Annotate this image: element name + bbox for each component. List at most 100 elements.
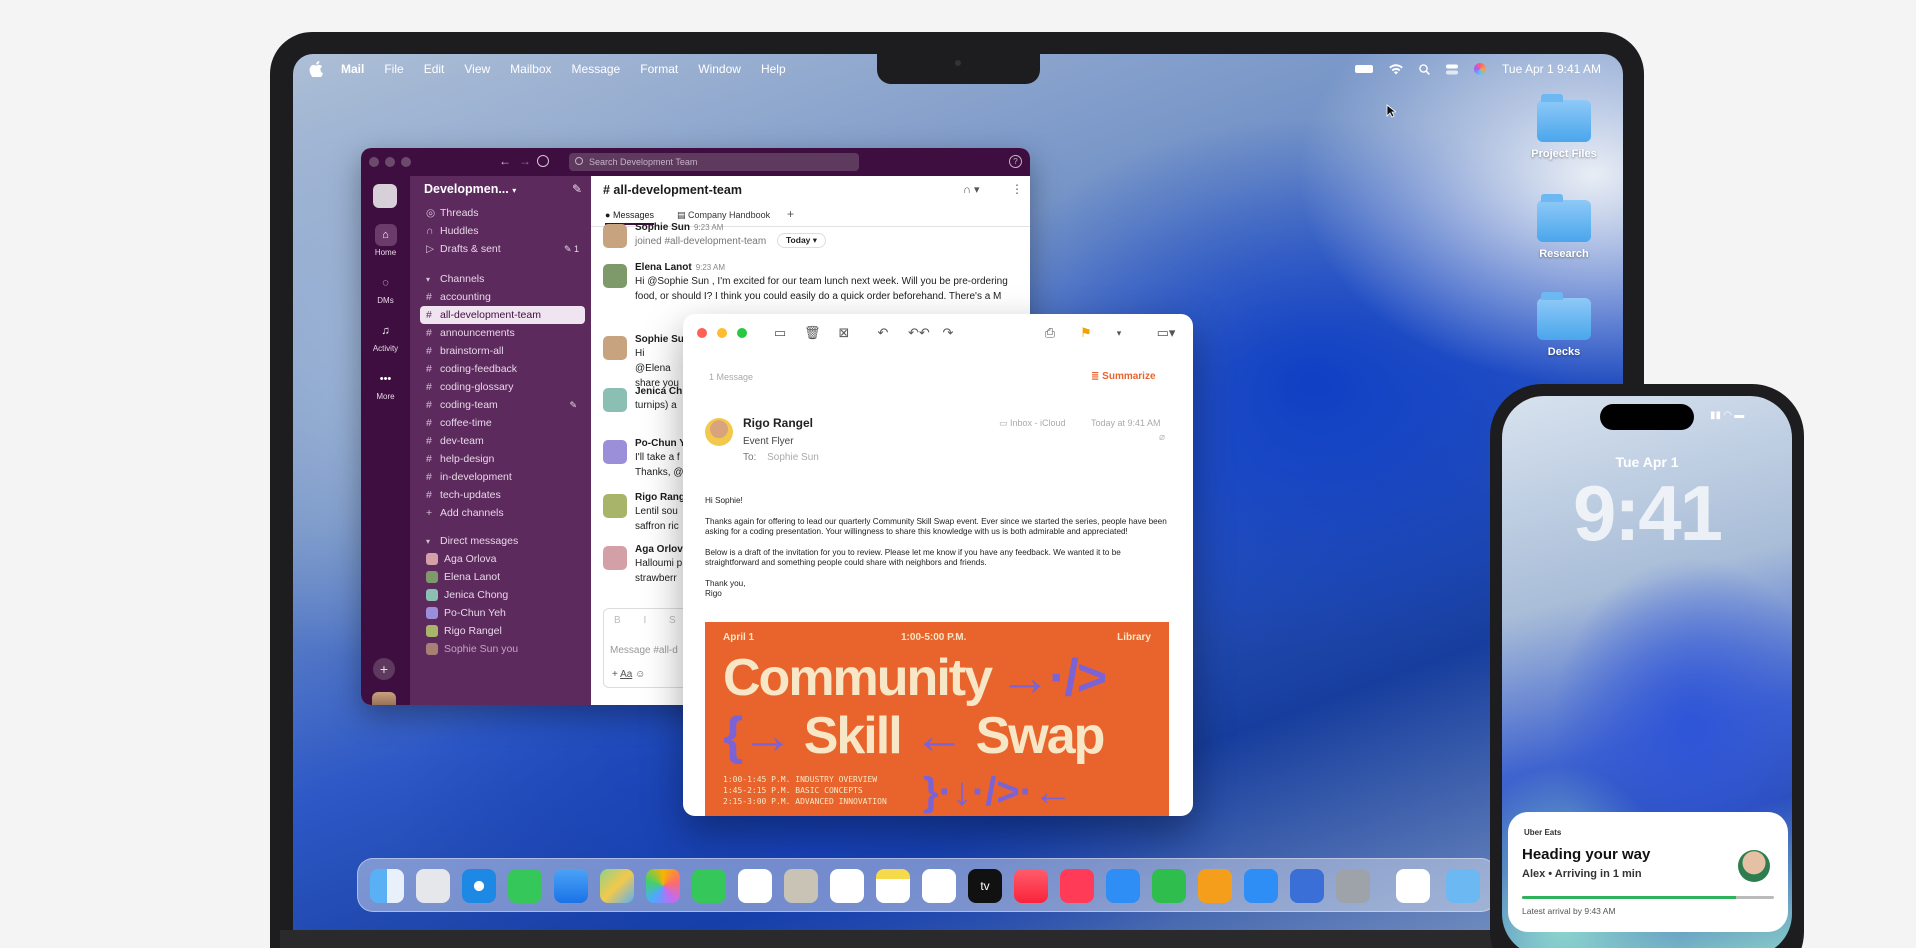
launchpad-icon[interactable] <box>416 869 450 903</box>
calendar-icon[interactable] <box>738 869 772 903</box>
channel-brainstorm-all[interactable]: # brainstorm-all <box>420 342 585 360</box>
iphone-mirroring-icon[interactable] <box>1290 869 1324 903</box>
move-to-folder-icon[interactable]: ▭▾ <box>1151 325 1181 341</box>
channel-accounting[interactable]: # accounting <box>420 288 585 306</box>
menu-window[interactable]: Window <box>698 62 741 76</box>
mail-app-icon[interactable] <box>554 869 588 903</box>
facetime-icon[interactable] <box>692 869 726 903</box>
flag-icon[interactable]: ⚑ <box>1078 325 1094 341</box>
nav-huddles[interactable]: ∩ Huddles <box>420 222 585 240</box>
wifi-icon[interactable] <box>1389 63 1403 75</box>
news-icon[interactable] <box>1060 869 1094 903</box>
forward-arrow-icon[interactable]: → <box>519 154 531 168</box>
nav-drafts[interactable]: ▷ Drafts & sent ✎ 1 <box>420 240 585 258</box>
maps-icon[interactable] <box>600 869 634 903</box>
dm-sophie-sun[interactable]: Sophie Sun you <box>420 640 585 658</box>
print-icon[interactable]: ⎙ <box>1042 325 1058 341</box>
dms-section-header[interactable]: ▾ Direct messages <box>420 532 585 550</box>
apple-tv-icon[interactable]: tv <box>968 869 1002 903</box>
trash-icon[interactable]: 🗑 <box>804 325 821 341</box>
menu-app-name[interactable]: Mail <box>341 62 364 76</box>
system-settings-icon[interactable] <box>1336 869 1370 903</box>
back-arrow-icon[interactable]: ← <box>499 154 511 168</box>
rail-home[interactable]: ⌂ Home <box>361 224 410 257</box>
rail-activity[interactable]: ♫ Activity <box>361 320 410 353</box>
workspace-logo-icon[interactable] <box>373 184 397 208</box>
menu-edit[interactable]: Edit <box>424 62 445 76</box>
add-workspace-button[interactable]: + <box>373 658 395 680</box>
menu-file[interactable]: File <box>384 62 403 76</box>
battery-icon[interactable] <box>1355 65 1374 73</box>
dm-elena-lanot[interactable]: Elena Lanot <box>420 568 585 586</box>
tab-company-handbook[interactable]: ▤ Company Handbook <box>677 210 770 221</box>
huddle-headphones-icon[interactable]: ∩ ▾ <box>963 183 979 196</box>
channel-tech-updates[interactable]: # tech-updates <box>420 486 585 504</box>
minimize-window-button[interactable] <box>717 328 727 338</box>
messages-icon[interactable] <box>508 869 542 903</box>
slack-dock-icon[interactable] <box>1396 869 1430 903</box>
forward-icon[interactable]: ↷ <box>940 325 956 341</box>
menu-help[interactable]: Help <box>761 62 786 76</box>
menu-mailbox[interactable]: Mailbox <box>510 62 551 76</box>
spotlight-search-icon[interactable] <box>1419 63 1431 75</box>
notes-icon[interactable] <box>876 869 910 903</box>
desktop-folder-research[interactable]: Research <box>1514 194 1614 260</box>
compose-icon[interactable]: ✎ <box>572 182 582 196</box>
add-tab-icon[interactable]: + <box>787 207 794 221</box>
slack-search-bar[interactable]: Search Development Team <box>569 153 859 171</box>
channel-coding-glossary[interactable]: # coding-glossary <box>420 378 585 396</box>
contacts-icon[interactable] <box>784 869 818 903</box>
channels-section-header[interactable]: ▾ Channels <box>420 270 585 288</box>
rail-dms[interactable]: ◌ DMs <box>361 272 410 305</box>
app-store-icon[interactable] <box>1244 869 1278 903</box>
nav-threads[interactable]: ◎ Threads <box>420 204 585 222</box>
keynote-icon[interactable] <box>1106 869 1140 903</box>
rail-more[interactable]: ••• More <box>361 368 410 401</box>
menu-view[interactable]: View <box>464 62 490 76</box>
junk-icon[interactable]: ⊠ <box>836 325 852 341</box>
dm-jenica-chong[interactable]: Jenica Chong <box>420 586 585 604</box>
menu-format[interactable]: Format <box>640 62 678 76</box>
reply-all-icon[interactable]: ↶↶ <box>908 325 930 341</box>
add-channels-button[interactable]: + Add channels <box>420 504 585 522</box>
safari-icon[interactable] <box>462 869 496 903</box>
zoom-window-button[interactable] <box>737 328 747 338</box>
channel-in-development[interactable]: # in-development <box>420 468 585 486</box>
date-chip[interactable]: Today ▾ <box>777 233 827 248</box>
recipient-name[interactable]: Sophie Sun <box>767 452 819 463</box>
freeform-icon[interactable] <box>922 869 956 903</box>
close-window-button[interactable] <box>369 157 379 167</box>
downloads-folder-icon[interactable] <box>1446 869 1480 903</box>
photos-icon[interactable] <box>646 869 680 903</box>
finder-icon[interactable] <box>370 869 404 903</box>
channel-coffee-time[interactable]: # coffee-time <box>420 414 585 432</box>
channel-help-design[interactable]: # help-design <box>420 450 585 468</box>
user-avatar[interactable] <box>372 692 396 705</box>
channel-title[interactable]: # all-development-team <box>603 183 742 197</box>
summarize-button[interactable]: ≣ Summarize <box>1091 371 1156 382</box>
dm-rigo-rangel[interactable]: Rigo Rangel <box>420 622 585 640</box>
flag-menu-chevron-icon[interactable]: ▾ <box>1111 325 1127 341</box>
channel-announcements[interactable]: # announcements <box>420 324 585 342</box>
close-window-button[interactable] <box>697 328 707 338</box>
pages-icon[interactable] <box>1198 869 1232 903</box>
menubar-clock[interactable]: Tue Apr 1 9:41 AM <box>1502 62 1601 76</box>
menu-message[interactable]: Message <box>572 62 621 76</box>
channel-all-development-team[interactable]: # all-development-team <box>420 306 585 324</box>
sender-name[interactable]: Rigo Rangel <box>743 416 813 430</box>
numbers-icon[interactable] <box>1152 869 1186 903</box>
minimize-window-button[interactable] <box>385 157 395 167</box>
channel-dev-team[interactable]: # dev-team <box>420 432 585 450</box>
help-icon[interactable]: ? <box>1009 155 1022 168</box>
siri-icon[interactable] <box>1474 63 1487 75</box>
dm-po-chun-yeh[interactable]: Po-Chun Yeh <box>420 604 585 622</box>
channel-coding-team[interactable]: # coding-team ✎ <box>420 396 585 414</box>
attachment-icon[interactable]: ⌀ <box>1159 432 1165 443</box>
workspace-name[interactable]: Developmen... ▾ <box>424 182 516 196</box>
channel-coding-feedback[interactable]: # coding-feedback <box>420 360 585 378</box>
zoom-window-button[interactable] <box>401 157 411 167</box>
desktop-folder-project-files[interactable]: Project Files <box>1514 94 1614 160</box>
history-clock-icon[interactable] <box>537 155 549 167</box>
desktop-folder-decks[interactable]: Decks <box>1514 292 1614 358</box>
music-icon[interactable] <box>1014 869 1048 903</box>
